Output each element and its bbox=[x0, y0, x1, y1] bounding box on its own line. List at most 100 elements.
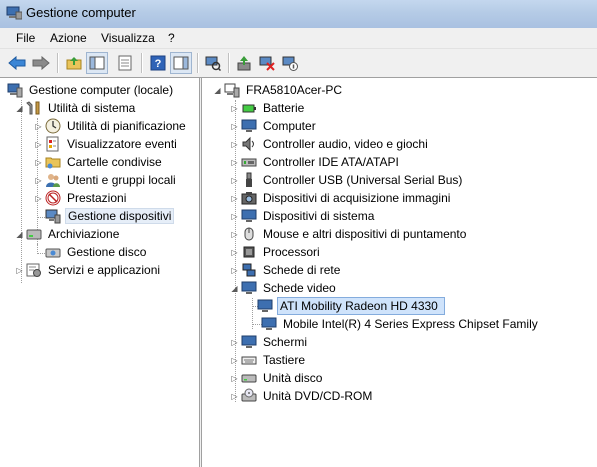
keyboard-icon bbox=[241, 352, 257, 368]
expand-icon[interactable]: ▷ bbox=[230, 135, 239, 153]
tree-line bbox=[21, 100, 23, 283]
menu-help[interactable]: ? bbox=[168, 31, 175, 45]
expand-icon[interactable]: ▷ bbox=[230, 225, 239, 243]
expand-icon[interactable]: ▷ bbox=[230, 387, 239, 405]
menu-azione[interactable]: Azione bbox=[50, 31, 87, 45]
video-adapter-intel[interactable]: Mobile Intel(R) 4 Series Express Chipset… bbox=[261, 315, 540, 333]
tree-item-label: Gestione disco bbox=[67, 245, 147, 259]
tree-item-label: Utilità di sistema bbox=[48, 101, 136, 115]
tree-item-services[interactable]: ▷ Servizi e applicazioni bbox=[15, 261, 162, 279]
expand-icon[interactable]: ▷ bbox=[230, 333, 239, 351]
expand-icon[interactable]: ▷ bbox=[230, 243, 239, 261]
processor-icon bbox=[241, 244, 257, 260]
device-category-network[interactable]: ▷ Schede di rete bbox=[230, 261, 342, 279]
tree-item-event-viewer[interactable]: ▷ Visualizzatore eventi bbox=[34, 135, 179, 153]
expand-icon[interactable]: ▷ bbox=[230, 369, 239, 387]
device-category-label: Batterie bbox=[263, 101, 305, 115]
tree-root-label: Gestione computer (locale) bbox=[29, 83, 174, 97]
collapse-icon[interactable]: ◢ bbox=[15, 225, 24, 243]
show-hide-action-pane-icon[interactable] bbox=[170, 52, 192, 74]
users-icon bbox=[45, 172, 61, 188]
toolbar-separator bbox=[141, 53, 143, 73]
device-category-batteries[interactable]: ▷ Batterie bbox=[230, 99, 306, 117]
device-category-label: Schede video bbox=[263, 281, 336, 295]
tree-item-system-tools[interactable]: ◢ Utilità di sistema bbox=[15, 99, 137, 117]
tree-item-local-users[interactable]: ▷ Utenti e gruppi locali bbox=[34, 171, 178, 189]
display-adapter-icon bbox=[261, 316, 277, 332]
expand-icon[interactable]: ▷ bbox=[230, 351, 239, 369]
scan-hardware-icon[interactable] bbox=[202, 52, 224, 74]
forward-arrow-icon[interactable] bbox=[30, 52, 52, 74]
tree-item-label: Gestione dispositivi bbox=[65, 208, 175, 224]
device-category-label: Unità disco bbox=[263, 371, 323, 385]
device-manager-icon bbox=[45, 208, 61, 224]
tree-item-disk-management[interactable]: Gestione disco bbox=[45, 243, 148, 261]
device-category-processors[interactable]: ▷ Processori bbox=[230, 243, 322, 261]
menu-visualizza[interactable]: Visualizza bbox=[101, 31, 155, 45]
device-category-audio[interactable]: ▷ Controller audio, video e giochi bbox=[230, 135, 430, 153]
uninstall-icon[interactable] bbox=[256, 52, 278, 74]
window-title: Gestione computer bbox=[26, 5, 136, 20]
collapse-icon[interactable]: ◢ bbox=[230, 279, 239, 297]
battery-icon bbox=[241, 100, 257, 116]
update-driver-icon[interactable] bbox=[233, 52, 255, 74]
expand-icon[interactable]: ▷ bbox=[230, 261, 239, 279]
tree-item-performance[interactable]: ▷ Prestazioni bbox=[34, 189, 128, 207]
device-category-usb[interactable]: ▷ Controller USB (Universal Serial Bus) bbox=[230, 171, 464, 189]
back-arrow-icon[interactable] bbox=[6, 52, 28, 74]
device-category-video[interactable]: ◢ Schede video bbox=[230, 279, 338, 297]
usb-icon bbox=[241, 172, 257, 188]
computer-management-icon bbox=[7, 82, 23, 98]
toolbar-separator bbox=[228, 53, 230, 73]
disable-device-icon[interactable] bbox=[279, 52, 301, 74]
device-category-computer[interactable]: ▷ Computer bbox=[230, 117, 318, 135]
speaker-icon bbox=[241, 136, 257, 152]
device-tree-root[interactable]: ◢ FRA5810Acer-PC bbox=[213, 81, 344, 99]
device-category-system[interactable]: ▷ Dispositivi di sistema bbox=[230, 207, 376, 225]
device-category-ide[interactable]: ▷ Controller IDE ATA/ATAPI bbox=[230, 153, 401, 171]
title-bar: Gestione computer bbox=[0, 0, 597, 29]
video-adapter-ati[interactable]: ATI Mobility Radeon HD 4330 bbox=[257, 297, 445, 315]
device-category-keyboards[interactable]: ▷ Tastiere bbox=[230, 351, 307, 369]
menu-file[interactable]: File bbox=[16, 31, 35, 45]
expand-icon[interactable]: ▷ bbox=[230, 207, 239, 225]
device-category-imaging[interactable]: ▷ Dispositivi di acquisizione immagini bbox=[230, 189, 452, 207]
expand-icon[interactable]: ▷ bbox=[34, 171, 43, 189]
device-category-disk-drives[interactable]: ▷ Unità disco bbox=[230, 369, 324, 387]
event-viewer-icon bbox=[45, 136, 61, 152]
show-hide-console-tree-icon[interactable] bbox=[86, 52, 108, 74]
device-category-mouse[interactable]: ▷ Mouse e altri dispositivi di puntament… bbox=[230, 225, 468, 243]
collapse-icon[interactable]: ◢ bbox=[213, 81, 222, 99]
help-icon[interactable]: ? bbox=[147, 52, 169, 74]
tree-item-device-manager[interactable]: Gestione dispositivi bbox=[45, 207, 175, 225]
expand-icon[interactable]: ▷ bbox=[230, 117, 239, 135]
tree-item-shared-folders[interactable]: ▷ Cartelle condivise bbox=[34, 153, 164, 171]
toolbar-separator bbox=[197, 53, 199, 73]
expand-icon[interactable]: ▷ bbox=[230, 189, 239, 207]
tree-item-task-scheduler[interactable]: ▷ Utilità di pianificazione bbox=[34, 117, 188, 135]
expand-icon[interactable]: ▷ bbox=[15, 261, 24, 279]
tree-item-storage[interactable]: ◢ Archiviazione bbox=[15, 225, 121, 243]
expand-icon[interactable]: ▷ bbox=[230, 99, 239, 117]
tree-item-label: Prestazioni bbox=[67, 191, 127, 205]
expand-icon[interactable]: ▷ bbox=[34, 189, 43, 207]
up-folder-icon[interactable] bbox=[63, 52, 85, 74]
expand-icon[interactable]: ▷ bbox=[34, 117, 43, 135]
expand-icon[interactable]: ▷ bbox=[230, 153, 239, 171]
device-tree: ◢ FRA5810Acer-PC ▷ Batterie ▷ Computer ▷… bbox=[202, 78, 597, 467]
device-category-label: Tastiere bbox=[263, 353, 306, 367]
expand-icon[interactable]: ▷ bbox=[34, 153, 43, 171]
services-icon bbox=[26, 262, 42, 278]
device-category-monitors[interactable]: ▷ Schermi bbox=[230, 333, 309, 351]
expand-icon[interactable]: ▷ bbox=[230, 171, 239, 189]
properties-icon[interactable] bbox=[114, 52, 136, 74]
device-category-label: Processori bbox=[263, 245, 320, 259]
tree-root[interactable]: Gestione computer (locale) bbox=[7, 81, 175, 99]
menu-bar: File Azione Visualizza ? bbox=[0, 28, 597, 49]
expand-icon[interactable]: ▷ bbox=[34, 135, 43, 153]
device-category-label: Computer bbox=[263, 119, 316, 133]
computer-icon bbox=[224, 82, 240, 98]
device-category-dvd[interactable]: ▷ Unità DVD/CD-ROM bbox=[230, 387, 374, 405]
camera-icon bbox=[241, 190, 257, 206]
collapse-icon[interactable]: ◢ bbox=[15, 99, 24, 117]
